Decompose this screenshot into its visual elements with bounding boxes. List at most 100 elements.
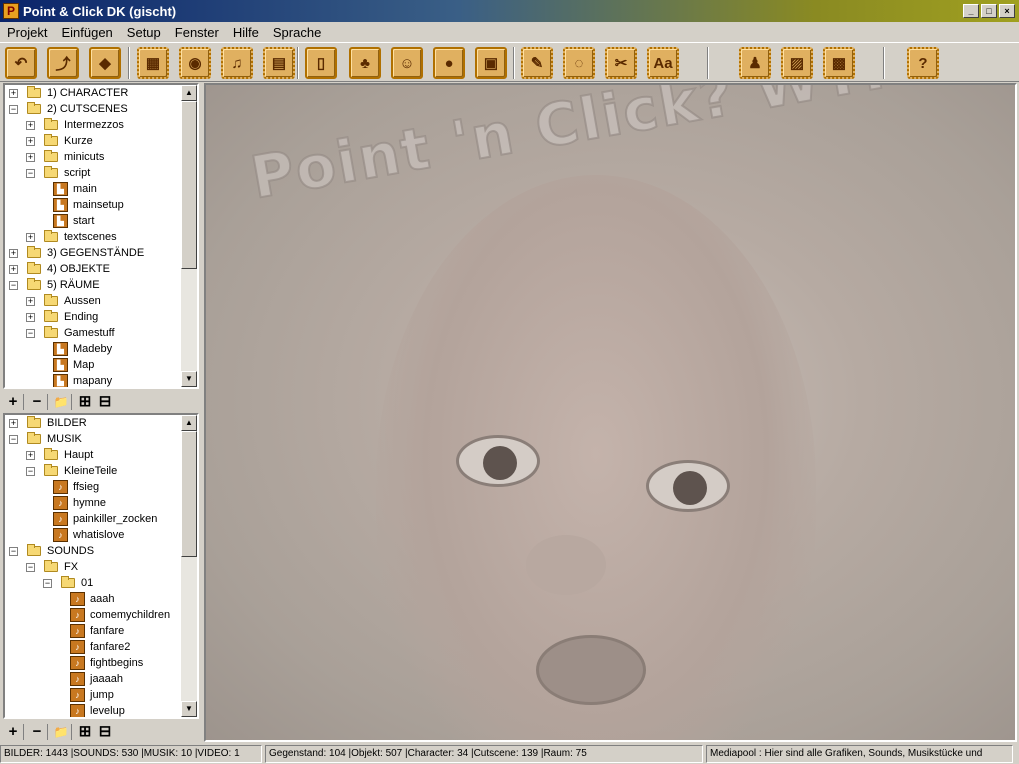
tree-folder[interactable]: − 5) RÄUME [5,277,183,293]
tree-folder[interactable]: + Kurze [5,133,183,149]
expand-icon[interactable]: + [9,89,18,98]
add-icon[interactable]: + [3,393,23,411]
collapse-icon[interactable]: − [9,281,18,290]
item-icon[interactable]: ◆ [89,47,121,79]
tree-item[interactable]: ♪ hymne [5,495,183,511]
tree-item[interactable]: ♪ comemychildren [5,607,183,623]
help-icon[interactable]: ? [907,47,939,79]
media-tree-scrollbar[interactable]: ▲ ▼ [181,415,197,717]
collapse-icon[interactable]: − [9,435,18,444]
menu-setup[interactable]: Setup [120,25,168,40]
expand-icon[interactable]: + [26,451,35,460]
cutscenes-icon[interactable]: ▣ [475,47,507,79]
remove-icon[interactable]: − [27,393,47,411]
scroll-thumb[interactable] [181,101,197,269]
settings-icon[interactable]: ▩ [823,47,855,79]
export-icon[interactable]: ▨ [781,47,813,79]
expand-icon[interactable]: + [26,137,35,146]
tree-item[interactable]: ♪ whatislove [5,527,183,543]
expand-icon[interactable]: + [26,121,35,130]
tree-item[interactable]: ▙ Madeby [5,341,183,357]
collapse-icon[interactable]: − [43,579,52,588]
close-button[interactable]: × [999,4,1015,18]
collapse-icon[interactable]: − [26,563,35,572]
video-icon[interactable]: ▤ [263,47,295,79]
collapse-icon[interactable]: − [9,547,18,556]
cutscene-icon[interactable]: ⤴ [47,47,79,79]
tree-folder[interactable]: + Ending [5,309,183,325]
tree-folder[interactable]: + minicuts [5,149,183,165]
tree-folder[interactable]: + BILDER [5,415,183,431]
game-tree-scrollbar[interactable]: ▲ ▼ [181,85,197,387]
expand-icon[interactable]: + [26,233,35,242]
tree-item[interactable]: ♪ levelup [5,703,183,717]
tree-folder[interactable]: − Gamestuff [5,325,183,341]
main-canvas[interactable]: Point 'n Click? WTF? [204,83,1017,742]
object-icon[interactable]: ♣ [349,47,381,79]
add-icon[interactable]: + [3,723,23,741]
expand-all-icon[interactable]: ⊞ [75,723,95,741]
tree-folder[interactable]: − FX [5,559,183,575]
tree-item[interactable]: ▙ mainsetup [5,197,183,213]
mouse-icon[interactable]: ◌ [563,47,595,79]
menu-projekt[interactable]: Projekt [0,25,54,40]
tree-item[interactable]: ▙ Map [5,357,183,373]
music-icon[interactable]: ♫ [221,47,253,79]
scroll-down-button[interactable]: ▼ [181,701,197,717]
tree-folder[interactable]: + textscenes [5,229,183,245]
expand-icon[interactable]: + [9,265,18,274]
characters-icon[interactable]: ☺ [391,47,423,79]
expand-icon[interactable]: + [26,297,35,306]
tree-item[interactable]: ♪ aaah [5,591,183,607]
collapse-icon[interactable]: − [26,467,35,476]
tree-folder[interactable]: +4) OBJEKTE [5,261,183,277]
remove-icon[interactable]: − [27,723,47,741]
font-icon[interactable]: Aa [647,47,679,79]
character-icon[interactable]: ↶ [5,47,37,79]
editor-icon[interactable]: ✎ [521,47,553,79]
tree-folder[interactable]: − SOUNDS [5,543,183,559]
tree-item[interactable]: ▙ start [5,213,183,229]
expand-icon[interactable]: + [9,419,18,428]
menu-einfuegen[interactable]: Einfügen [54,25,119,40]
tree-item[interactable]: ♪ painkiller_zocken [5,511,183,527]
collapse-icon[interactable]: − [26,169,35,178]
tree-folder[interactable]: +3) GEGENSTÄNDE [5,245,183,261]
tree-folder[interactable]: − MUSIK [5,431,183,447]
tree-folder[interactable]: + Aussen [5,293,183,309]
sound-icon[interactable]: ◉ [179,47,211,79]
tree-folder[interactable]: − KleineTeile [5,463,183,479]
menu-sprache[interactable]: Sprache [266,25,328,40]
tree-item[interactable]: ♪ fightbegins [5,655,183,671]
app-icon[interactable]: P [3,3,19,19]
scroll-thumb[interactable] [181,431,197,557]
collapse-all-icon[interactable]: ⊟ [95,393,115,411]
menu-hilfe[interactable]: Hilfe [226,25,266,40]
collapse-icon[interactable]: − [26,329,35,338]
tree-folder[interactable]: + Haupt [5,447,183,463]
tree-folder[interactable]: − script [5,165,183,181]
image-icon[interactable]: ▦ [137,47,169,79]
tree-folder[interactable]: − 01 [5,575,183,591]
tree-item[interactable]: ▙ main [5,181,183,197]
scroll-down-button[interactable]: ▼ [181,371,197,387]
expand-all-icon[interactable]: ⊞ [75,393,95,411]
expand-icon[interactable]: + [26,313,35,322]
tree-item[interactable]: ♪ fanfare2 [5,639,183,655]
new-folder-icon[interactable]: 📁 [51,393,71,411]
tree-folder[interactable]: +1) CHARACTER [5,85,183,101]
tree-item[interactable]: ▙ mapany [5,373,183,387]
menu-fenster[interactable]: Fenster [168,25,226,40]
maximize-button[interactable]: □ [981,4,997,18]
tree-item[interactable]: ♪ ffsieg [5,479,183,495]
tree-item[interactable]: ♪ jump [5,687,183,703]
wizard-icon[interactable]: ♟ [739,47,771,79]
collapse-icon[interactable]: − [9,105,18,114]
expand-icon[interactable]: + [26,153,35,162]
tree-item[interactable]: ♪ fanfare [5,623,183,639]
items-icon[interactable]: ● [433,47,465,79]
room-icon[interactable]: ▯ [305,47,337,79]
tree-folder[interactable]: − 2) CUTSCENES [5,101,183,117]
scroll-up-button[interactable]: ▲ [181,415,197,431]
tree-folder[interactable]: + Intermezzos [5,117,183,133]
